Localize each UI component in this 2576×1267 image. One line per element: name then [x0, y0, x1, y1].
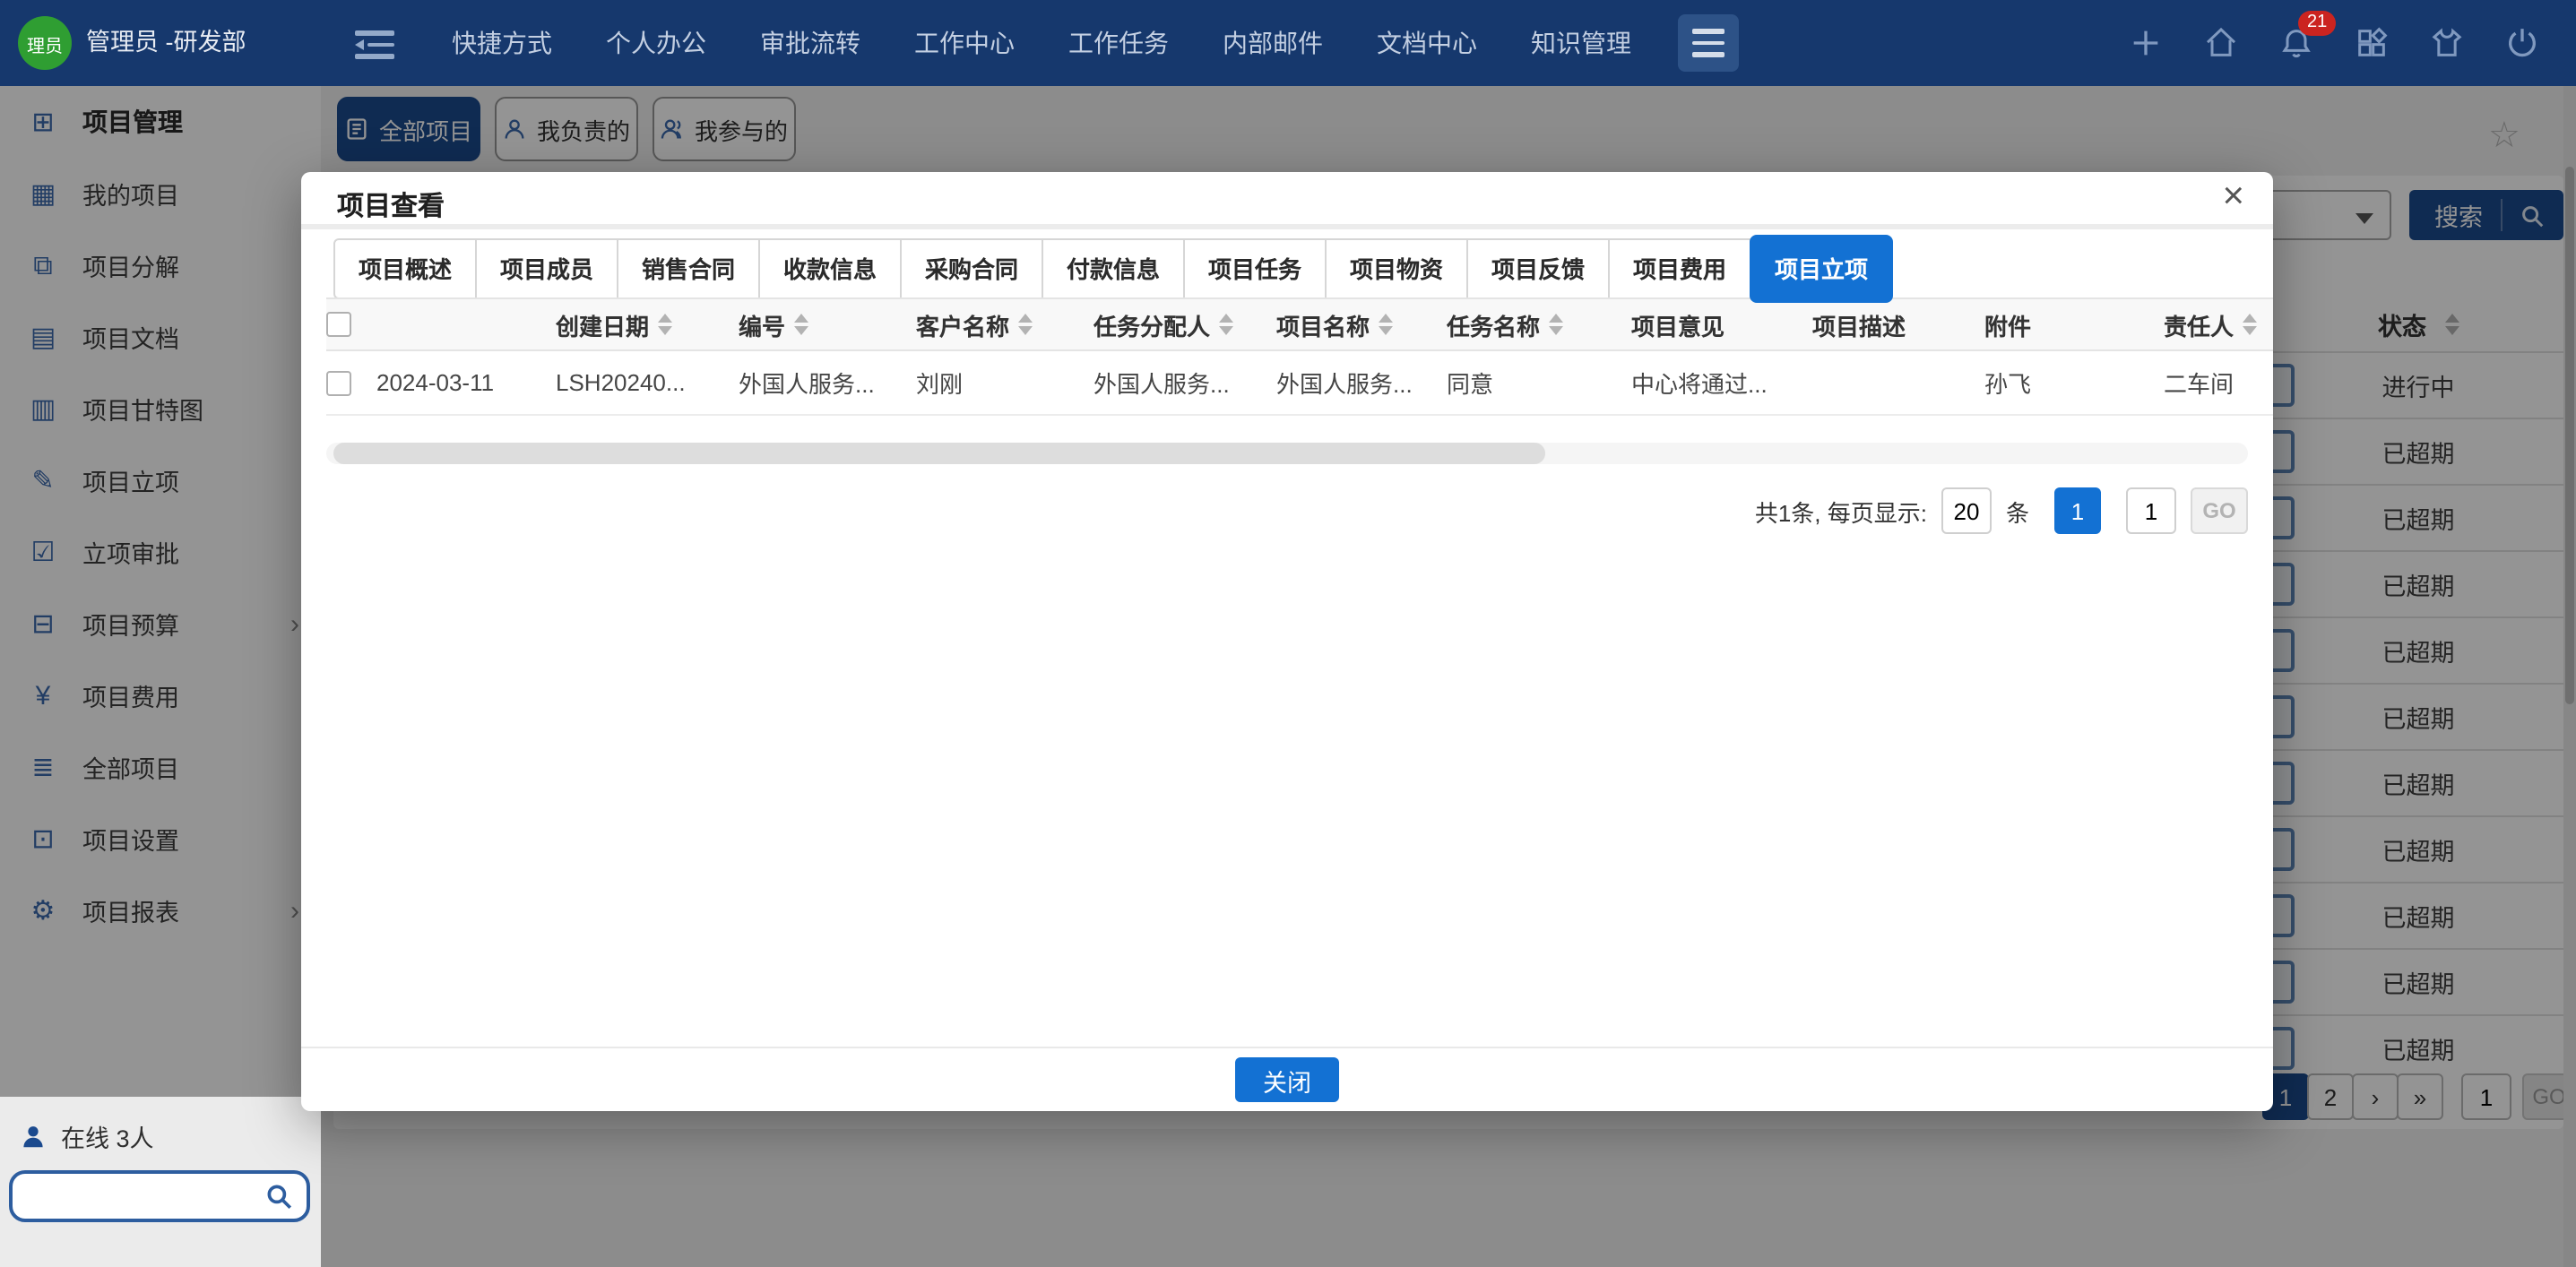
scrollbar-thumb[interactable]	[333, 443, 1545, 464]
page-size-input[interactable]	[1941, 487, 1992, 534]
dialog-tab[interactable]: 收款信息	[758, 238, 902, 299]
table-cell: 外国人服务...	[739, 371, 875, 398]
dialog-tab[interactable]: 项目任务	[1183, 238, 1327, 299]
menu-item[interactable]: 快捷方式	[452, 25, 552, 61]
table-cell: 同意	[1447, 371, 1494, 398]
dialog-tabs: 项目概述 项目成员 销售合同 收款信息 采购合同 付款信息 项目任务 项目物资 项目反馈 项目费用…	[333, 235, 1893, 303]
dialog-header: 项目查看 ×	[301, 172, 2273, 229]
sort-arrows[interactable]	[1219, 314, 1234, 335]
username: 管理员 -研发部	[86, 29, 246, 56]
sort-arrows[interactable]	[1379, 314, 1394, 335]
column-header[interactable]: 编号	[739, 307, 916, 341]
sort-arrows[interactable]	[2243, 314, 2258, 335]
app-window: 理员 管理员 -研发部 快捷方式 个人办公 审批流转 工作中心 工作任务 内部邮件 文档中心…	[0, 0, 2576, 1267]
dialog-tab[interactable]: 采购合同	[900, 238, 1043, 299]
add-icon[interactable]	[2128, 25, 2164, 61]
menu-item[interactable]: 工作任务	[1068, 25, 1169, 61]
sidebar-search-box	[9, 1170, 310, 1222]
pagination-unit: 条	[2005, 499, 2029, 526]
menu-item[interactable]: 工作中心	[914, 25, 1015, 61]
sidebar-toggle-icon[interactable]	[355, 30, 398, 58]
dialog-tab[interactable]: 项目立项	[1750, 235, 1893, 303]
column-header[interactable]: 创建日期	[556, 307, 739, 341]
topbar-actions: 21	[2128, 11, 2540, 61]
menu-item[interactable]: 个人办公	[606, 25, 706, 61]
menu-item[interactable]: 内部邮件	[1223, 25, 1323, 61]
table-cell: 刘刚	[916, 371, 964, 398]
sort-arrows[interactable]	[794, 314, 809, 335]
person-icon	[23, 1125, 43, 1147]
column-header[interactable]: 责任人	[2164, 307, 2273, 341]
dialog-tab[interactable]: 项目物资	[1325, 238, 1468, 299]
row-checkbox[interactable]	[326, 370, 351, 395]
apps-grid-icon[interactable]	[2354, 25, 2390, 61]
column-header[interactable]: 项目意见	[1631, 307, 1812, 341]
table-cell: 中心将通过...	[1631, 371, 1768, 398]
horizontal-scrollbar[interactable]	[326, 443, 2248, 464]
menu-item[interactable]: 审批流转	[760, 25, 860, 61]
header-checkbox-cell	[326, 312, 506, 337]
column-header[interactable]: 客户名称	[916, 307, 1094, 341]
main-menu: 快捷方式 个人办公 审批流转 工作中心 工作任务 内部邮件 文档中心 知识管理	[452, 0, 1631, 86]
row-checkbox-cell	[326, 370, 376, 395]
online-users: 在线 3人	[20, 1118, 154, 1154]
dialog-footer: 关闭	[301, 1047, 2273, 1111]
sort-arrows[interactable]	[1018, 314, 1033, 335]
select-all-checkbox[interactable]	[326, 312, 351, 337]
notification-badge: 21	[2298, 11, 2337, 36]
column-header[interactable]: 任务名称	[1447, 307, 1631, 341]
table-data-row: 2024-03-11 LSH20240... 外国人服务... 刘刚 外国人服务... 外…	[326, 351, 2273, 416]
dialog-tab[interactable]: 项目费用	[1608, 238, 1751, 299]
table-cell: 二车间	[2164, 371, 2235, 398]
pagination-summary: 共1条, 每页显示:	[1754, 499, 1927, 526]
theme-shirt-icon[interactable]	[2429, 25, 2465, 61]
table-cell: LSH20240...	[556, 369, 686, 396]
menu-more-icon[interactable]	[1678, 14, 1739, 72]
notifications-bell-icon[interactable]: 21	[2278, 11, 2337, 61]
dialog-tab[interactable]: 项目反馈	[1466, 238, 1610, 299]
table-header-row: 创建日期 编号 客户名称 任务分配人 项目名称 任务名称 项目意见 项目描述 附…	[326, 297, 2273, 351]
table-cell: 2024-03-11	[376, 369, 495, 396]
dialog-tab[interactable]: 项目概述	[333, 238, 477, 299]
active-page-button[interactable]: 1	[2054, 487, 2101, 534]
sort-arrows[interactable]	[1549, 314, 1564, 335]
project-approval-table: 创建日期 编号 客户名称 任务分配人 项目名称 任务名称 项目意见 项目描述 附…	[326, 297, 2273, 416]
dialog-tab[interactable]: 付款信息	[1042, 238, 1185, 299]
top-navbar: 理员 管理员 -研发部 快捷方式 个人办公 审批流转 工作中心 工作任务 内部邮件 文档中心…	[0, 0, 2576, 86]
sort-arrows[interactable]	[658, 314, 673, 335]
search-icon[interactable]	[264, 1181, 294, 1211]
dialog-title: 项目查看	[337, 192, 445, 222]
dialog-tab[interactable]: 销售合同	[617, 238, 760, 299]
column-header[interactable]: 项目描述	[1812, 307, 1984, 341]
online-users-panel: 在线 3人	[0, 1097, 321, 1267]
column-header[interactable]: 任务分配人	[1094, 307, 1276, 341]
table-cell: 外国人服务...	[1094, 371, 1230, 398]
dialog-pagination: 共1条, 每页显示: 条 1 GO	[301, 487, 2248, 534]
table-cell: 外国人服务...	[1276, 371, 1413, 398]
home-icon[interactable]	[2203, 25, 2239, 61]
table-cell: 孙飞	[1984, 371, 2032, 398]
sidebar-search-input[interactable]	[23, 1176, 256, 1217]
project-view-dialog: 项目查看 × 项目概述 项目成员 销售合同 收款信息 采购合同 付款信息 项目任务 项目物资项…	[301, 172, 2273, 1111]
close-icon[interactable]: ×	[2222, 177, 2244, 215]
dialog-tab[interactable]: 项目成员	[475, 238, 618, 299]
column-header[interactable]: 项目名称	[1276, 307, 1447, 341]
close-dialog-button[interactable]: 关闭	[1235, 1057, 1339, 1102]
menu-item[interactable]: 知识管理	[1531, 25, 1631, 61]
page-number-input[interactable]	[2126, 487, 2176, 534]
go-button[interactable]: GO	[2191, 487, 2248, 534]
column-header[interactable]: 附件	[1984, 307, 2164, 341]
avatar[interactable]: 理员	[18, 16, 72, 70]
menu-item[interactable]: 文档中心	[1377, 25, 1477, 61]
logout-power-icon[interactable]	[2504, 25, 2540, 61]
